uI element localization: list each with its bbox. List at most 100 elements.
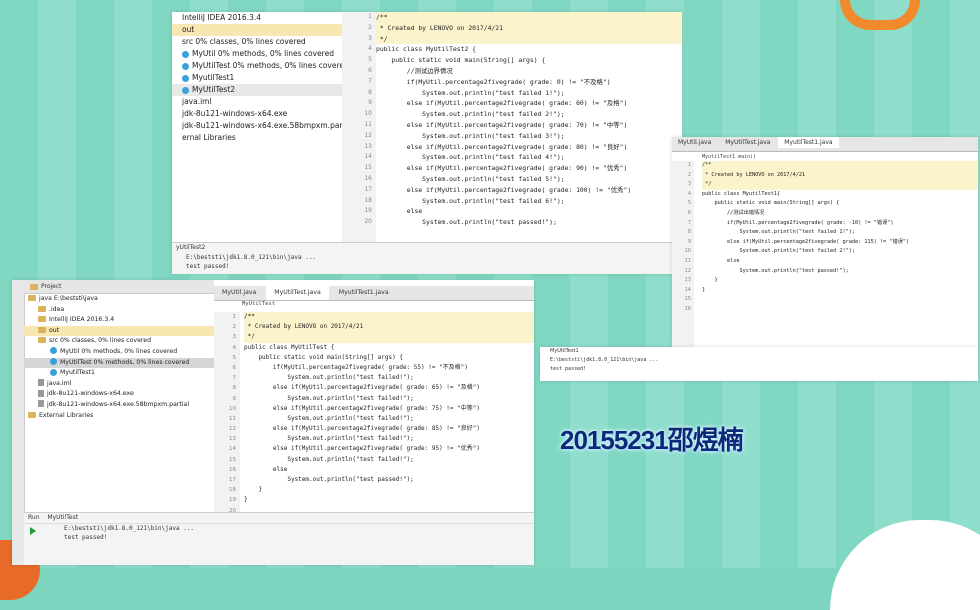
tree-item-myutiltest1[interactable]: MyutilTest1 [172, 72, 342, 84]
code-line[interactable]: System.out.println("test failed 3!"); [376, 131, 682, 142]
code-line[interactable]: else if(MyUtil.percentage2fivegrade( gra… [376, 98, 682, 109]
code-line[interactable]: } [702, 276, 978, 286]
run-icon[interactable] [30, 527, 36, 535]
tree-item-label: java E:\beststi\java [39, 295, 98, 302]
code-line[interactable]: else if(MyUtil.percentage2fivegrade( gra… [244, 424, 534, 434]
code-line[interactable]: public static void main(String[] args) { [244, 353, 534, 363]
tree-item-myutil[interactable]: MyUtil 0% methods, 0% lines covered [24, 347, 214, 358]
code-line[interactable]: } [244, 495, 534, 505]
code-line[interactable]: System.out.println("test failed 1!"); [702, 228, 978, 238]
tree-item-iml[interactable]: java.iml [172, 96, 342, 108]
code-line[interactable]: if(MyUtil.percentage2fivegrade( grade: 5… [244, 363, 534, 373]
tree-item-myutiltest1[interactable]: MyutilTest1 [24, 368, 214, 379]
code-line[interactable]: public class MyUtilTest2 { [376, 44, 682, 55]
tree-item-src[interactable]: src 0% classes, 0% lines covered [172, 36, 342, 48]
tree-item-jdk[interactable]: jdk-8u121-windows-x64.exe [24, 389, 214, 400]
breadcrumb[interactable]: MyUtilTest [242, 301, 275, 307]
code-editor[interactable]: /** * Created by LENOVO on 2017/4/21 */p… [702, 161, 978, 315]
code-line[interactable]: else [244, 465, 534, 475]
tree-item-idea[interactable]: .idea [24, 305, 214, 316]
code-line[interactable]: else if(MyUtil.percentage2fivegrade( gra… [244, 383, 534, 393]
code-line[interactable]: else if(MyUtil.percentage2fivegrade( gra… [376, 120, 682, 131]
code-line[interactable]: */ [376, 33, 682, 45]
code-line[interactable]: } [244, 485, 534, 495]
code-line[interactable]: System.out.println("test passed!"); [702, 267, 978, 277]
code-line[interactable]: else if(MyUtil.percentage2fivegrade( gra… [702, 238, 978, 248]
class-icon [50, 358, 57, 366]
code-line[interactable]: public static void main(String[] args) { [702, 199, 978, 209]
console-output: test passed! [550, 366, 587, 372]
tree-item-jdk-partial[interactable]: jdk-8u121-windows-x64.exe.58bmpxm.partia… [172, 120, 354, 132]
code-line[interactable]: System.out.println("test passed!"); [376, 217, 682, 228]
code-line[interactable]: if(MyUtil.percentage2fivegrade( grade: 0… [376, 77, 682, 88]
code-line[interactable]: else if(MyUtil.percentage2fivegrade( gra… [376, 142, 682, 153]
code-line[interactable]: /** [376, 12, 682, 23]
code-line[interactable]: //测试边界情况 [376, 66, 682, 77]
code-line[interactable]: * Created by LENOVO on 2017/4/21 [702, 170, 978, 181]
code-line[interactable]: System.out.println("test failed 5!"); [376, 174, 682, 185]
code-line[interactable]: } [702, 286, 978, 296]
tree-item-myutiltest[interactable]: MyUtilTest 0% methods, 0% lines covered [24, 357, 214, 369]
code-line[interactable]: if(MyUtil.percentage2fivegrade( grade: -… [702, 219, 978, 229]
tree-item-jdk[interactable]: jdk-8u121-windows-x64.exe [172, 108, 342, 120]
folder-icon [28, 295, 36, 301]
line-number: 19 [364, 207, 372, 215]
code-line[interactable]: else if(MyUtil.percentage2fivegrade( gra… [244, 404, 534, 414]
code-line[interactable]: System.out.println("test passed!"); [244, 475, 534, 485]
code-line[interactable]: System.out.println("test failed 1!"); [376, 88, 682, 99]
tab-myutil[interactable]: MyUtil.java [672, 137, 717, 148]
code-line[interactable]: * Created by LENOVO on 2017/4/21 [376, 22, 682, 34]
code-line[interactable]: System.out.println("test failed!"); [244, 434, 534, 444]
tree-item-out[interactable]: out [172, 24, 342, 36]
line-number: 7 [232, 375, 237, 382]
tab-myutiltest[interactable]: MyUtilTest.java [719, 137, 776, 148]
code-line[interactable] [702, 305, 978, 315]
tree-item-intellij[interactable]: IntelliJ IDEA 2016.3.4 [24, 315, 214, 326]
code-line[interactable]: * Created by LENOVO on 2017/4/21 [244, 322, 534, 333]
code-editor[interactable]: /** * Created by LENOVO on 2017/4/21 */p… [376, 12, 682, 242]
code-line[interactable]: //测试出错情况 [702, 209, 978, 219]
code-line[interactable]: public static void main(String[] args) { [376, 55, 682, 66]
project-panel-title[interactable]: Project [24, 280, 214, 294]
code-line[interactable] [702, 295, 978, 305]
code-line[interactable]: /** [244, 312, 534, 323]
code-line[interactable]: System.out.println("test failed!"); [244, 455, 534, 465]
code-line[interactable]: else [376, 206, 682, 217]
tree-item-myutiltest2[interactable]: MyUtilTest2 [172, 84, 342, 96]
code-line[interactable]: else [702, 257, 978, 267]
tree-item-external-libraries[interactable]: External Libraries [24, 411, 214, 422]
tab-myutiltest1[interactable]: MyutilTest1.java [331, 286, 397, 300]
tree-item-java[interactable]: java E:\beststi\java [24, 294, 214, 305]
tab-myutiltest1[interactable]: MyutilTest1.java [778, 137, 839, 148]
line-number: 12 [229, 426, 236, 433]
tree-item[interactable]: IntelliJ IDEA 2016.3.4 [172, 12, 342, 24]
tree-item-iml[interactable]: java.iml [24, 379, 214, 390]
code-line[interactable]: */ [244, 332, 534, 343]
tree-item-jdk-partial[interactable]: jdk-8u121-windows-x64.exe.58bmpxm.partia… [24, 400, 214, 411]
code-line[interactable]: else if(MyUtil.percentage2fivegrade( gra… [376, 185, 682, 196]
code-line[interactable]: System.out.println("test failed!"); [244, 373, 534, 383]
code-line[interactable]: System.out.println("test failed!"); [244, 414, 534, 424]
tab-myutil[interactable]: MyUtil.java [214, 286, 264, 300]
code-editor[interactable]: /** * Created by LENOVO on 2017/4/21 */p… [244, 312, 534, 516]
code-line[interactable]: else if(MyUtil.percentage2fivegrade( gra… [376, 163, 682, 174]
line-number: 1 [687, 162, 691, 168]
code-line[interactable]: else if(MyUtil.percentage2fivegrade( gra… [244, 444, 534, 454]
code-line[interactable]: System.out.println("test failed 2!"); [376, 109, 682, 120]
tree-item-out[interactable]: out [24, 325, 214, 337]
tree-item-label: MyutilTest1 [60, 369, 95, 377]
code-line[interactable]: /** [702, 161, 978, 171]
line-number: 2 [232, 324, 237, 331]
code-line[interactable]: */ [702, 180, 978, 190]
code-line[interactable]: public class MyUtilTest { [244, 343, 534, 353]
code-line[interactable]: System.out.println("test failed!"); [244, 394, 534, 404]
tree-item-myutil[interactable]: MyUtil 0% methods, 0% lines covered [172, 48, 342, 60]
code-line[interactable]: public class MyutilTest1{ [702, 190, 978, 200]
code-line[interactable]: System.out.println("test failed 4!"); [376, 152, 682, 163]
code-line[interactable]: System.out.println("test failed 6!"); [376, 196, 682, 207]
tree-item-external-libraries[interactable]: ernal Libraries [172, 132, 342, 144]
tab-myutiltest[interactable]: MyUtilTest.java [266, 286, 329, 300]
tree-item-myutiltest[interactable]: MyUtilTest 0% methods, 0% lines covered [172, 60, 349, 72]
code-line[interactable]: System.out.println("test failed 2!"); [702, 247, 978, 257]
tree-item-src[interactable]: src 0% classes, 0% lines covered [24, 336, 214, 347]
